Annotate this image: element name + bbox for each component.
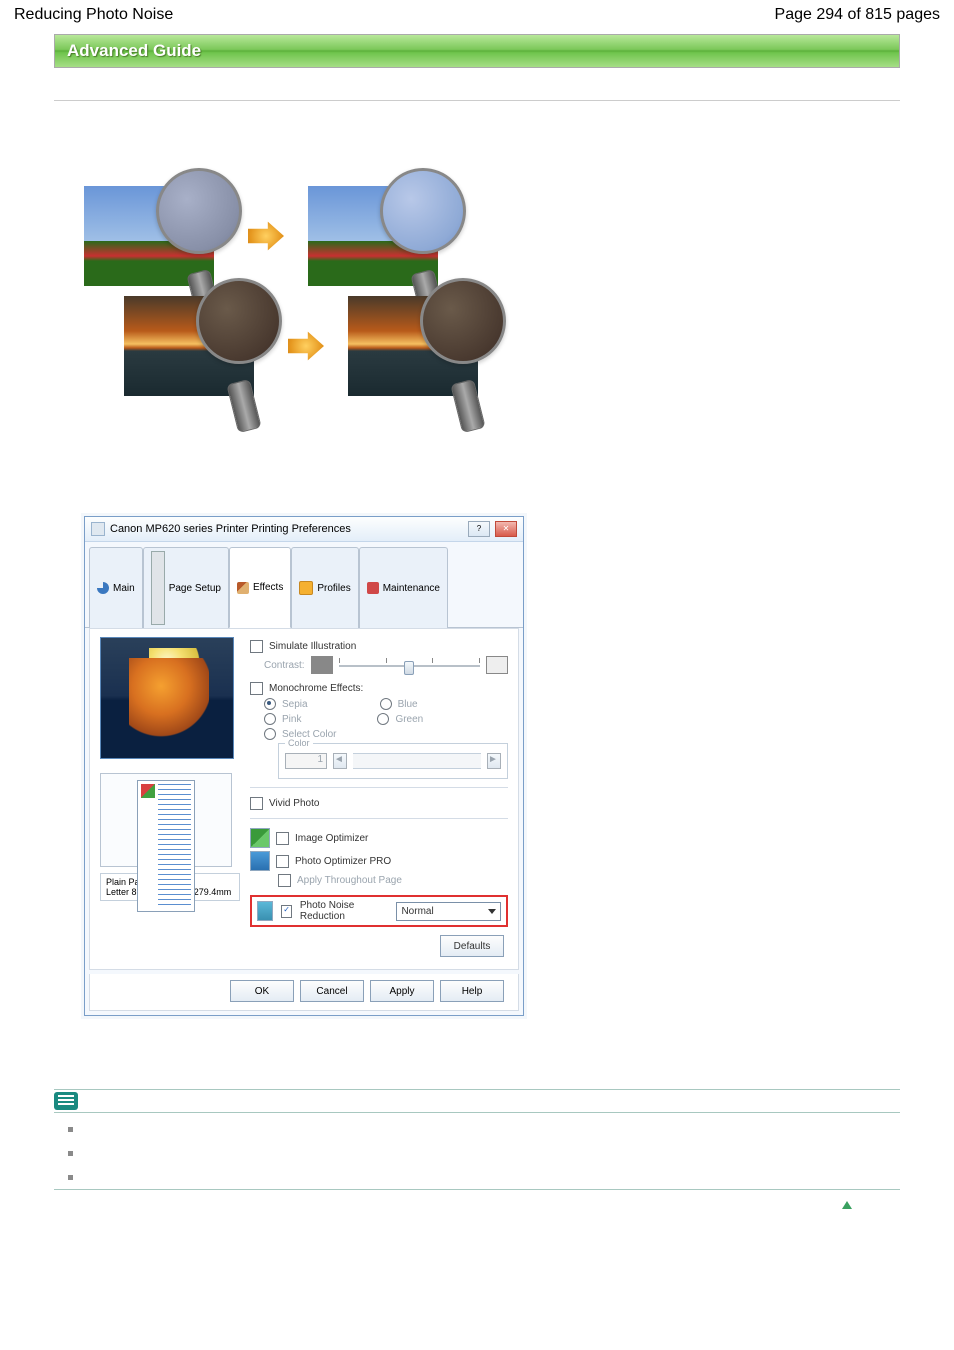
arrow-up-icon — [842, 1201, 852, 1209]
noise-reduction-illustration — [84, 186, 900, 396]
magnifier-icon — [156, 168, 242, 254]
printer-icon — [91, 522, 105, 536]
arrow-right-icon — [288, 328, 324, 364]
step2-number: 2. Set the Photo Noise Reduction — [34, 465, 900, 482]
contrast-slider[interactable] — [339, 658, 480, 672]
help-button[interactable]: Help — [440, 980, 504, 1002]
profile-icon — [299, 581, 313, 595]
note-icon — [54, 1092, 78, 1110]
tab-main[interactable]: Main — [89, 547, 143, 628]
photo-optimizer-pro-icon — [250, 851, 270, 871]
image-optimizer-checkbox[interactable] — [276, 832, 289, 845]
arrow-right-icon — [248, 218, 284, 254]
noise-level-value: Normal — [401, 906, 433, 917]
close-button[interactable]: ✕ — [495, 521, 517, 537]
magnifier-icon — [380, 168, 466, 254]
apply-button[interactable]: Apply — [370, 980, 434, 1002]
breadcrumb: Advanced Guide > Printing from a Compute… — [54, 78, 900, 101]
printer-preferences-dialog: Canon MP620 series Printer Printing Pref… — [84, 516, 524, 1016]
photo-after-sky — [308, 186, 438, 286]
step3-number: 3. Complete the setup — [34, 1046, 900, 1063]
photo-optimizer-pro-label: Photo Optimizer PRO — [295, 856, 391, 867]
tab-maintenance[interactable]: Maintenance — [359, 547, 448, 628]
apply-throughout-label: Apply Throughout Page — [297, 875, 402, 886]
defaults-button[interactable]: Defaults — [440, 935, 504, 957]
sepia-label: Sepia — [282, 699, 308, 710]
pink-label: Pink — [282, 714, 301, 725]
pink-radio[interactable] — [264, 713, 276, 725]
dialog-tabs: Main Page Setup Effects Profiles Mainten… — [85, 546, 523, 628]
note-item: Normal is recommended in most cases. If … — [54, 1117, 900, 1141]
contrast-label: Contrast: — [264, 660, 305, 671]
dialog-titlebar: Canon MP620 series Printer Printing Pref… — [85, 517, 523, 542]
green-label: Green — [395, 714, 423, 725]
page-layout-preview — [100, 773, 232, 867]
blue-label: Blue — [398, 699, 418, 710]
help-button[interactable]: ? — [468, 521, 490, 537]
step2-title: Set the Photo Noise Reduction — [51, 465, 270, 482]
page-top-link[interactable]: Page top — [54, 1200, 900, 1212]
refresh-icon — [97, 582, 109, 594]
page-icon — [151, 551, 165, 625]
photo-optimizer-pro-checkbox[interactable] — [276, 855, 289, 868]
monochrome-effects-label: Monochrome Effects: — [269, 683, 363, 694]
step2-body: Check the Photo Noise Reduction check bo… — [54, 488, 900, 502]
monochrome-effects-checkbox[interactable] — [250, 682, 263, 695]
sepia-radio[interactable] — [264, 698, 276, 710]
vivid-photo-label: Vivid Photo — [269, 798, 319, 809]
tab-effects[interactable]: Effects — [229, 547, 291, 628]
magnifier-icon — [196, 278, 282, 364]
intro-text: When using the Photo Noise Reduction fun… — [54, 142, 900, 170]
note-item: Depending on application software or res… — [54, 1141, 900, 1165]
photo-noise-reduction-icon — [257, 901, 273, 921]
doc-title: Reducing Photo Noise — [14, 6, 173, 24]
color-fieldset-label: Color — [285, 738, 313, 748]
select-color-radio[interactable] — [264, 728, 276, 740]
apply-throughout-checkbox[interactable] — [278, 874, 291, 887]
tab-page-setup[interactable]: Page Setup — [143, 547, 229, 628]
brush-icon — [237, 582, 249, 594]
chevron-down-icon — [488, 909, 496, 914]
contrast-high-icon — [486, 656, 508, 674]
color-scroll-right[interactable]: ► — [487, 753, 501, 769]
note-item: When this function is used for other tha… — [54, 1165, 900, 1189]
noise-level-select[interactable]: Normal — [396, 902, 501, 921]
ok-button[interactable]: OK — [230, 980, 294, 1002]
photo-before-sky — [84, 186, 214, 286]
magnifier-icon — [420, 278, 506, 364]
tab-profiles[interactable]: Profiles — [291, 547, 358, 628]
guide-bar: Advanced Guide — [54, 34, 900, 68]
green-radio[interactable] — [377, 713, 389, 725]
contrast-low-icon — [311, 656, 333, 674]
step3-body: Click OK. When you execute print, the no… — [54, 1069, 900, 1083]
cancel-button[interactable]: Cancel — [300, 980, 364, 1002]
effect-preview-image — [100, 637, 234, 759]
photo-noise-reduction-checkbox[interactable] — [281, 905, 292, 918]
color-value-input[interactable]: 1 — [285, 753, 327, 769]
photo-noise-reduction-label: Photo Noise Reduction — [300, 900, 381, 922]
maintenance-icon — [367, 582, 379, 594]
photo-after-sunset — [348, 296, 478, 396]
simulate-illustration-label: Simulate Illustration — [269, 641, 356, 652]
image-optimizer-icon — [250, 828, 270, 848]
color-scroll-left[interactable]: ◄ — [333, 753, 347, 769]
vivid-photo-checkbox[interactable] — [250, 797, 263, 810]
step3-title: Complete the setup — [51, 1046, 190, 1063]
note-heading: Note — [86, 1094, 113, 1108]
section-title: Reducing Photo Noise — [54, 115, 900, 132]
image-optimizer-label: Image Optimizer — [295, 833, 368, 844]
blue-radio[interactable] — [380, 698, 392, 710]
page-indicator: Page 294 of 815 pages — [775, 6, 940, 24]
guide-bar-label: Advanced Guide — [67, 41, 201, 60]
photo-before-sunset — [124, 296, 254, 396]
simulate-illustration-checkbox[interactable] — [250, 640, 263, 653]
step1-title: Open the printer driver setup window — [51, 422, 317, 439]
notes-section: Note Normal is recommended in most cases… — [54, 1089, 900, 1190]
dialog-title-text: Canon MP620 series Printer Printing Pref… — [110, 523, 351, 535]
